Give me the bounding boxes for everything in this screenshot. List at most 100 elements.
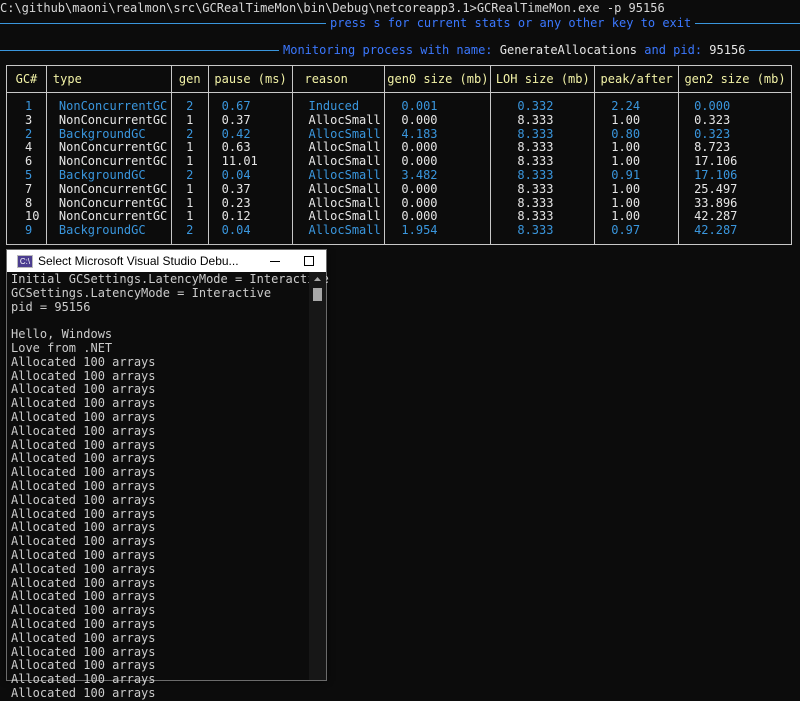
console-line: Allocated 100 arrays (11, 644, 156, 659)
console-app-icon: C:\ (17, 254, 33, 268)
gc-number-cell: 8 (6, 196, 47, 211)
gc-number-cell: 3 (6, 113, 47, 128)
gc-number-cell: 9 (6, 223, 47, 245)
gen2-size-cell: 0.323 (678, 127, 792, 142)
table-row: 2 BackgroundGC 2 0.42 AllocSmall 4.183 8.333 0.… (6, 127, 792, 142)
peak-after-cell: 1.00 (594, 113, 680, 128)
console-output: Initial GCSettings.LatencyMode = Interac… (11, 272, 329, 701)
console-line: Allocated 100 arrays (11, 478, 156, 493)
debug-console-titlebar[interactable]: C:\ Select Microsoft Visual Studio Debu.… (7, 250, 326, 272)
console-line: Allocated 100 arrays (11, 354, 156, 369)
table-row: 9 BackgroundGC 2 0.04 AllocSmall 1.954 8.333 0.… (6, 223, 792, 245)
console-line: Hello, Windows (11, 327, 113, 342)
console-line: Allocated 100 arrays (11, 520, 156, 535)
gen-cell: 1 (170, 141, 209, 156)
reason-cell: AllocSmall (292, 223, 386, 245)
console-line: Allocated 100 arrays (11, 451, 156, 466)
reason-cell: Induced (292, 92, 386, 114)
right-rule-line (695, 22, 800, 24)
prompt-rule: press s for current stats or any other k… (0, 16, 800, 30)
gc-number-cell: 10 (6, 210, 47, 225)
reason-cell: AllocSmall (292, 168, 386, 183)
peak-after-cell: 0.91 (594, 168, 680, 183)
left-rule-line (0, 49, 279, 51)
process-name: GenerateAllocations (499, 43, 638, 57)
gen-cell: 2 (170, 168, 209, 183)
pause-cell: 0.42 (207, 127, 294, 142)
pause-cell: 11.01 (207, 154, 294, 169)
pid-value: 95156 (709, 43, 746, 57)
pause-cell: 0.67 (207, 92, 294, 114)
column-header-gen: gen (170, 65, 209, 93)
gen2-size-cell: 42.287 (678, 210, 792, 225)
pause-cell: 0.23 (207, 196, 294, 211)
peak-after-cell: 1.00 (594, 210, 680, 225)
gen2-size-cell: 42.287 (678, 223, 792, 245)
console-line: Allocated 100 arrays (11, 672, 156, 687)
type-cell: BackgroundGC (45, 223, 172, 245)
pause-cell: 0.37 (207, 182, 294, 197)
peak-after-cell: 0.80 (594, 127, 680, 142)
reason-cell: AllocSmall (292, 141, 386, 156)
table-row: 7 NonConcurrentGC 1 0.37 AllocSmall 0.000 8.33… (6, 182, 792, 197)
table-row: 3 NonConcurrentGC 1 0.37 AllocSmall 0.000 8.33… (6, 113, 792, 128)
table-row: 6 NonConcurrentGC 1 11.01 AllocSmall 0.000 8.3… (6, 154, 792, 169)
gen-cell: 2 (170, 223, 209, 245)
gen2-size-cell: 0.323 (678, 113, 792, 128)
table-row: 10 NonConcurrentGC 1 0.12 AllocSmall 0.000 8.3… (6, 210, 792, 225)
console-line: Initial GCSettings.LatencyMode = Interac… (11, 272, 329, 286)
debug-console-body[interactable]: Initial GCSettings.LatencyMode = Interac… (7, 272, 329, 700)
pause-cell: 0.63 (207, 141, 294, 156)
gen2-size-cell: 17.106 (678, 168, 792, 183)
console-line: Allocated 100 arrays (11, 603, 156, 618)
table-row: 5 BackgroundGC 2 0.04 AllocSmall 3.482 8.333 0.… (6, 168, 792, 183)
monitor-prefix: Monitoring process with name: (283, 43, 493, 57)
loh-size-cell: 8.333 (490, 154, 596, 169)
gen-cell: 1 (170, 113, 209, 128)
maximize-button[interactable] (292, 250, 326, 272)
gc-stats-table: GC# type gen pause (ms) reason gen0 size… (6, 65, 792, 245)
gen-cell: 1 (170, 196, 209, 211)
reason-cell: AllocSmall (292, 113, 386, 128)
type-cell: NonConcurrentGC (45, 113, 172, 128)
right-rule-line (749, 49, 800, 51)
reason-cell: AllocSmall (292, 127, 386, 142)
console-line: Allocated 100 arrays (11, 382, 156, 397)
pause-cell: 0.04 (207, 168, 294, 183)
console-line: pid = 95156 (11, 299, 91, 314)
scroll-up-arrow-icon[interactable] (309, 274, 326, 284)
type-cell: NonConcurrentGC (45, 141, 172, 156)
peak-after-cell: 1.00 (594, 154, 680, 169)
command-line: C:\github\maoni\realmon\src\GCRealTimeMo… (0, 1, 665, 15)
prompt-line: press s for current stats or any other k… (330, 16, 692, 30)
minimize-button[interactable] (258, 250, 292, 272)
gen-cell: 1 (170, 182, 209, 197)
gen0-size-cell: 0.000 (384, 141, 492, 156)
column-header-pause: pause (ms) (207, 65, 294, 93)
table-header-row: GC# type gen pause (ms) reason gen0 size… (6, 65, 792, 93)
column-header-loh-size: LOH size (mb) (490, 65, 596, 93)
gen0-size-cell: 0.000 (384, 113, 492, 128)
type-cell: NonConcurrentGC (45, 92, 172, 114)
console-line: Allocated 100 arrays (11, 561, 156, 576)
gen2-size-cell: 0.000 (678, 92, 792, 114)
vertical-scrollbar[interactable] (309, 272, 326, 680)
pause-cell: 0.12 (207, 210, 294, 225)
gen0-size-cell: 0.000 (384, 182, 492, 197)
reason-cell: AllocSmall (292, 210, 386, 225)
type-cell: NonConcurrentGC (45, 182, 172, 197)
gc-number-cell: 5 (6, 168, 47, 183)
type-cell: BackgroundGC (45, 168, 172, 183)
console-line: Allocated 100 arrays (11, 534, 156, 549)
console-line: Allocated 100 arrays (11, 616, 156, 631)
table-row: 4 NonConcurrentGC 1 0.63 AllocSmall 0.000 8.33… (6, 141, 792, 156)
reason-cell: AllocSmall (292, 154, 386, 169)
column-header-peak-after: peak/after (594, 65, 680, 93)
peak-after-cell: 1.00 (594, 141, 680, 156)
loh-size-cell: 8.333 (490, 127, 596, 142)
gen0-size-cell: 0.000 (384, 196, 492, 211)
pause-cell: 0.04 (207, 223, 294, 245)
scrollbar-thumb[interactable] (313, 288, 322, 301)
type-cell: NonConcurrentGC (45, 196, 172, 211)
type-cell: BackgroundGC (45, 127, 172, 142)
